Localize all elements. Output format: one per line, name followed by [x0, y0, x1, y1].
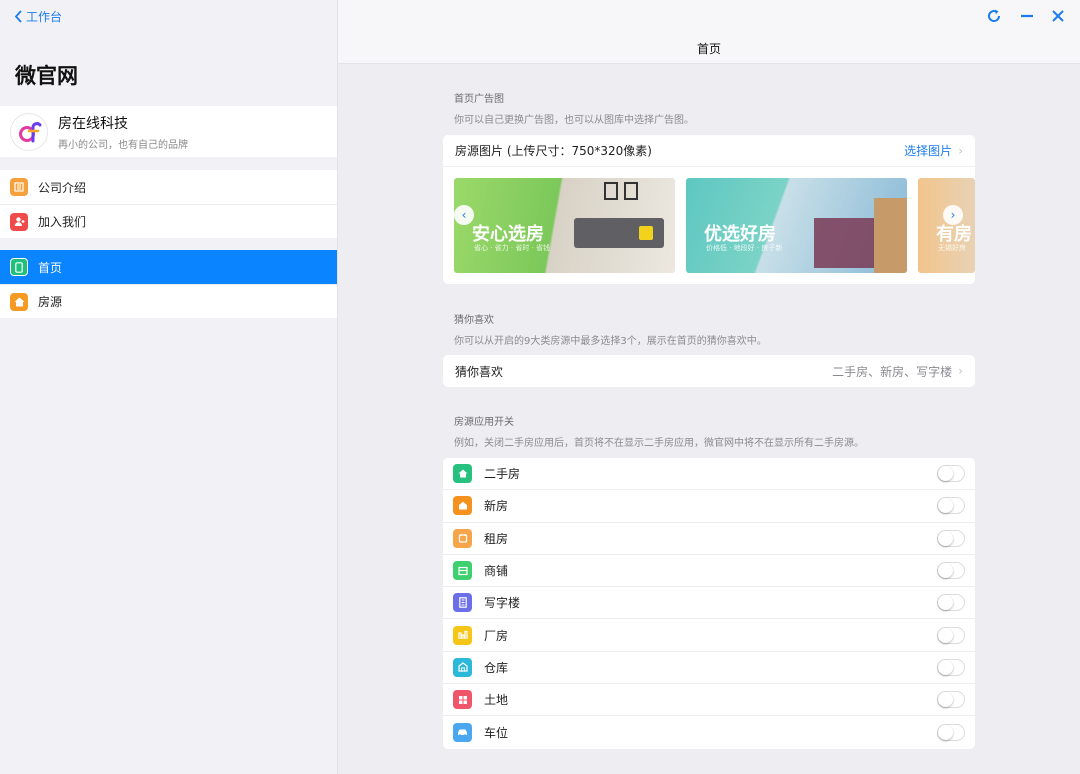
guess-card[interactable]: 猜你喜欢 二手房、新房、写字楼 ›	[443, 355, 975, 387]
back-label: 工作台	[26, 10, 63, 24]
toggle-switch[interactable]	[937, 658, 965, 676]
shop-icon	[453, 561, 472, 581]
carousel-prev-button[interactable]: ‹	[454, 205, 474, 225]
toggle-switch[interactable]	[937, 594, 965, 612]
toggle-label: 新房	[484, 499, 509, 514]
toggle-row-factory: 厂房	[443, 619, 975, 652]
refresh-icon[interactable]	[986, 8, 1002, 24]
sidebar-item-company-intro[interactable]: 公司介绍	[0, 170, 337, 204]
toggle-row-warehouse: 仓库	[443, 652, 975, 685]
frame-shape	[604, 182, 618, 200]
banner-carousel[interactable]: 安心选房 省心 · 省力 · 省时 · 省钱 优选好房 价格低 · 地段好 · …	[443, 167, 975, 284]
railing-shape	[814, 218, 874, 268]
company-logo-icon	[10, 112, 48, 151]
page-title: 首页	[696, 42, 721, 56]
guess-row-value[interactable]: 二手房、新房、写字楼 ›	[832, 363, 963, 380]
sidebar-item-home[interactable]: 首页	[0, 250, 337, 284]
company-card[interactable]: 房在线科技 再小的公司，也有自己的品牌	[0, 106, 337, 157]
sidebar: 工作台 微官网 房在线科技 再小的公司，也有自己的品牌 公司介绍 加入我们 首页…	[0, 0, 338, 774]
close-icon[interactable]	[1050, 8, 1066, 24]
toggle-label: 写字楼	[484, 596, 521, 611]
add-user-icon	[10, 212, 28, 231]
ads-row-title: 房源图片 (上传尺寸：750*320像素)	[455, 144, 652, 158]
sidebar-item-label: 房源	[38, 295, 63, 309]
banner-image[interactable]: 安心选房 省心 · 省力 · 省时 · 省钱	[454, 178, 675, 273]
toggle-label: 租房	[484, 531, 509, 546]
ads-section-label: 首页广告图	[454, 94, 504, 105]
toggle-switch[interactable]	[937, 724, 965, 742]
phone-icon	[10, 258, 28, 276]
toggle-label: 厂房	[484, 628, 509, 643]
company-slogan: 再小的公司，也有自己的品牌	[58, 139, 188, 151]
toggle-row-shop: 商铺	[443, 555, 975, 588]
switches-section-desc: 例如，关闭二手房应用后，首页将不在显示二手房应用，微官网中将不在显示所有二手房源…	[454, 438, 864, 449]
toggle-row-new-house: 新房	[443, 490, 975, 523]
company-name: 房在线科技	[58, 115, 128, 132]
app-title: 微官网	[15, 64, 78, 88]
toggle-switch[interactable]	[937, 691, 965, 709]
chevron-right-icon: ›	[958, 143, 963, 158]
banner-image[interactable]: 有房 无锡好房	[918, 178, 975, 273]
carousel-next-button[interactable]: ›	[943, 205, 963, 225]
banner-subtitle: 省心 · 省力 · 省时 · 省钱	[474, 244, 551, 252]
toggle-row-second-hand: 二手房	[443, 458, 975, 491]
ads-card: 房源图片 (上传尺寸：750*320像素) 选择图片 › 安心选房 省心 · 省…	[443, 135, 975, 284]
toggle-label: 车位	[484, 726, 509, 741]
building-icon	[10, 178, 28, 196]
house-icon	[453, 464, 472, 484]
guess-section-label: 猜你喜欢	[454, 315, 494, 326]
toggle-switch[interactable]	[937, 562, 965, 580]
back-button[interactable]: 工作台	[14, 8, 62, 25]
sidebar-item-label: 加入我们	[38, 215, 87, 229]
wall-shape	[874, 198, 907, 273]
factory-icon	[453, 625, 472, 645]
ads-section-desc: 你可以自己更换广告图，也可以从图库中选择广告图。	[454, 115, 694, 126]
switches-card: 二手房 新房 租房 商铺 写字楼 厂房 仓库 土地 车位	[443, 458, 975, 749]
chevron-left-icon: ‹	[461, 208, 467, 222]
menu-group-site: 首页 房源	[0, 250, 337, 318]
select-image-link[interactable]: 选择图片 ›	[904, 142, 963, 159]
rent-icon	[453, 528, 472, 548]
select-image-label: 选择图片	[904, 144, 953, 158]
toggle-label: 二手房	[484, 467, 521, 482]
toggle-switch[interactable]	[937, 497, 965, 515]
land-icon	[453, 690, 472, 710]
office-icon	[453, 593, 472, 613]
toggle-switch[interactable]	[937, 626, 965, 644]
toggle-row-land: 土地	[443, 684, 975, 717]
minimize-icon[interactable]	[1019, 8, 1035, 24]
toggle-label: 仓库	[484, 660, 509, 675]
chevron-left-icon	[14, 10, 22, 23]
toggle-row-parking: 车位	[443, 716, 975, 748]
car-icon	[453, 723, 472, 743]
toggle-row-office: 写字楼	[443, 587, 975, 620]
toggle-label: 商铺	[484, 564, 509, 579]
toggle-label: 土地	[484, 693, 509, 708]
frame-shape	[624, 182, 638, 200]
chevron-right-icon: ›	[950, 208, 956, 222]
main-panel: 首页 首页广告图 你可以自己更换广告图，也可以从图库中选择广告图。 房源图片 (…	[338, 0, 1080, 774]
sidebar-item-label: 公司介绍	[38, 180, 87, 195]
banner-image[interactable]: 优选好房 价格低 · 地段好 · 房子新	[686, 178, 907, 273]
sidebar-item-listings[interactable]: 房源	[0, 284, 337, 318]
guess-row-label: 猜你喜欢	[455, 364, 504, 379]
home-icon	[10, 292, 28, 311]
cushion-shape	[639, 226, 653, 240]
toggle-switch[interactable]	[937, 465, 965, 483]
sidebar-item-join-us[interactable]: 加入我们	[0, 204, 337, 238]
warehouse-icon	[453, 657, 472, 677]
banner-subtitle: 无锡好房	[938, 244, 966, 252]
toggle-row-rent: 租房	[443, 523, 975, 555]
banner-subtitle: 价格低 · 地段好 · 房子新	[706, 244, 783, 252]
new-house-icon	[453, 496, 472, 516]
switches-section-label: 房源应用开关	[454, 417, 514, 428]
guess-section-desc: 你可以从开启的9大类房源中最多选择3个，展示在首页的猜你喜欢中。	[454, 336, 767, 347]
toggle-switch[interactable]	[937, 529, 965, 547]
guess-value-text: 二手房、新房、写字楼	[832, 364, 953, 379]
chevron-right-icon: ›	[958, 364, 963, 378]
top-bar: 首页	[338, 0, 1080, 64]
menu-group-company: 公司介绍 加入我们	[0, 170, 337, 238]
sidebar-item-label: 首页	[38, 260, 63, 275]
